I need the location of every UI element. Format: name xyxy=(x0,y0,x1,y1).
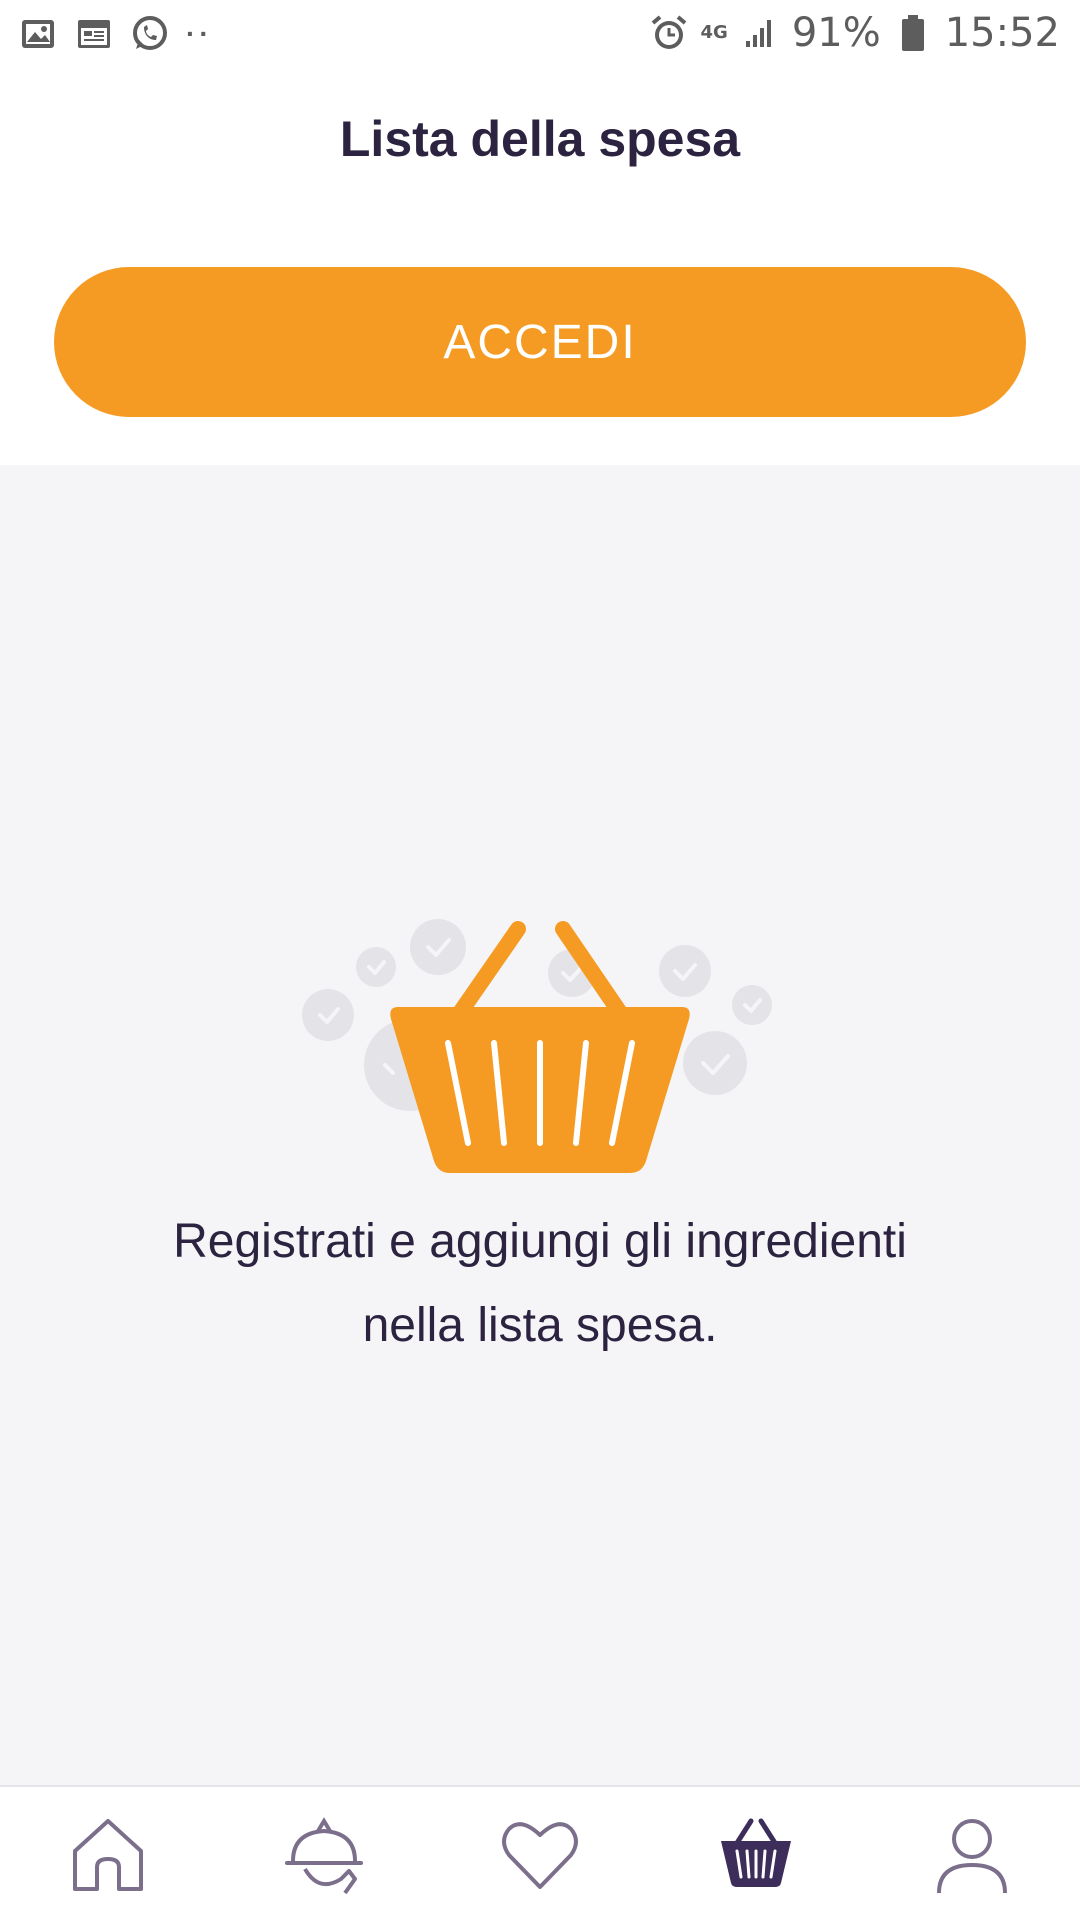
nav-recipes[interactable] xyxy=(216,1787,432,1920)
empty-state: Registrati e aggiungi gli ingredienti ne… xyxy=(0,465,1080,1785)
battery-percent: 91% xyxy=(791,10,881,56)
gallery-icon xyxy=(18,14,58,54)
more-dots-icon: ·· xyxy=(186,18,213,49)
status-bar: ·· 4G 91% 15:52 xyxy=(0,0,1080,72)
signal-icon xyxy=(740,13,780,53)
battery-icon xyxy=(893,13,933,53)
login-button[interactable]: ACCEDI xyxy=(54,267,1026,417)
heart-icon xyxy=(502,1821,578,1889)
nav-shopping-list[interactable] xyxy=(648,1787,864,1920)
empty-state-message: Registrati e aggiungi gli ingredienti ne… xyxy=(173,1215,907,1352)
calendar-icon xyxy=(74,14,114,54)
whatsapp-icon xyxy=(130,14,170,54)
home-icon xyxy=(73,1818,143,1891)
profile-icon xyxy=(937,1818,1007,1893)
bottom-navigation xyxy=(0,1785,1080,1920)
network-type: 4G xyxy=(700,22,728,43)
page-title: Lista della spesa xyxy=(339,111,741,167)
header: Lista della spesa ACCEDI xyxy=(0,72,1080,465)
clock: 15:52 xyxy=(944,10,1060,56)
cloche-icon xyxy=(285,1816,363,1894)
system-status: 4G 91% 15:52 xyxy=(649,10,1060,56)
alarm-icon xyxy=(649,13,689,53)
nav-favorites[interactable] xyxy=(432,1787,648,1920)
shopping-basket-illustration xyxy=(290,905,790,1185)
nav-profile[interactable] xyxy=(864,1787,1080,1920)
shopping-basket-icon xyxy=(721,1818,791,1887)
nav-home[interactable] xyxy=(0,1787,216,1920)
notification-icons: ·· xyxy=(18,14,213,54)
